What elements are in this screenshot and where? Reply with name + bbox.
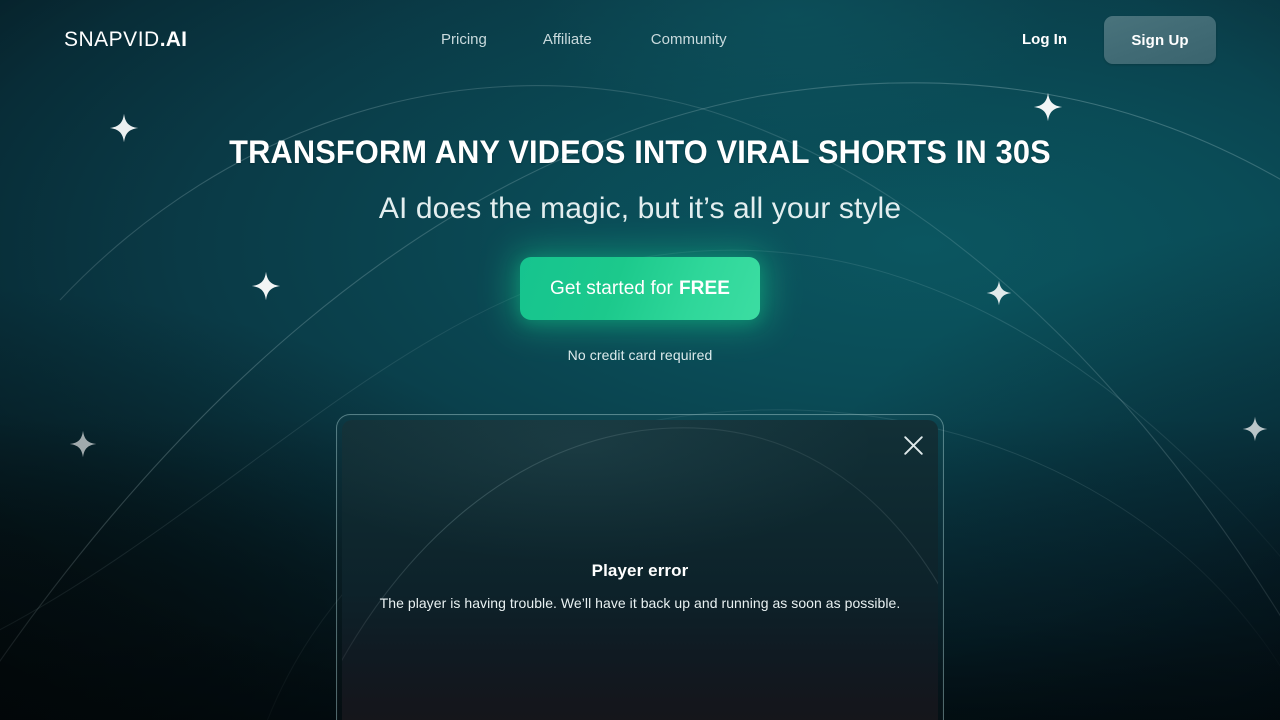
page-title: TRANSFORM ANY VIDEOS INTO VIRAL SHORTS I… xyxy=(229,134,1051,170)
brand-logo-name: SNAPVID xyxy=(64,28,160,51)
video-player-surface[interactable]: Player error The player is having troubl… xyxy=(342,420,938,720)
page-subtitle: AI does the magic, but it’s all your sty… xyxy=(378,192,902,225)
player-error-block: Player error The player is having troubl… xyxy=(342,560,938,612)
login-button[interactable]: Log In xyxy=(1022,31,1067,49)
nav-link-affiliate[interactable]: Affiliate xyxy=(543,31,592,49)
nav-link-community[interactable]: Community xyxy=(651,31,727,49)
brand-logo-suffix: .AI xyxy=(159,28,188,51)
close-button[interactable] xyxy=(895,427,931,463)
player-error-title: Player error xyxy=(591,561,689,580)
get-started-button[interactable]: Get started for FREE xyxy=(520,257,760,320)
nav-actions: Log In Sign Up xyxy=(1022,16,1216,64)
nav-links: Pricing Affiliate Community xyxy=(441,31,727,49)
sparkle-icon xyxy=(1242,416,1268,442)
sparkle-icon xyxy=(1033,92,1063,122)
signup-button[interactable]: Sign Up xyxy=(1104,16,1216,64)
close-icon xyxy=(903,435,923,455)
landing-page: SNAPVID.AI Pricing Affiliate Community L… xyxy=(0,0,1280,720)
sparkle-icon xyxy=(69,430,97,458)
video-player-panel: Player error The player is having troubl… xyxy=(336,414,944,720)
cta-group: Get started for FREE No credit card requi… xyxy=(0,251,1280,364)
nav-link-pricing[interactable]: Pricing xyxy=(441,31,487,49)
player-error-message: The player is having trouble. We’ll have… xyxy=(379,595,901,611)
cta-note: No credit card required xyxy=(567,347,713,363)
cta-label-emphasis: FREE xyxy=(678,277,731,299)
top-navigation-bar: SNAPVID.AI Pricing Affiliate Community L… xyxy=(0,0,1280,80)
brand-logo[interactable]: SNAPVID.AI xyxy=(64,28,187,52)
cta-label: Get started for xyxy=(549,277,673,299)
